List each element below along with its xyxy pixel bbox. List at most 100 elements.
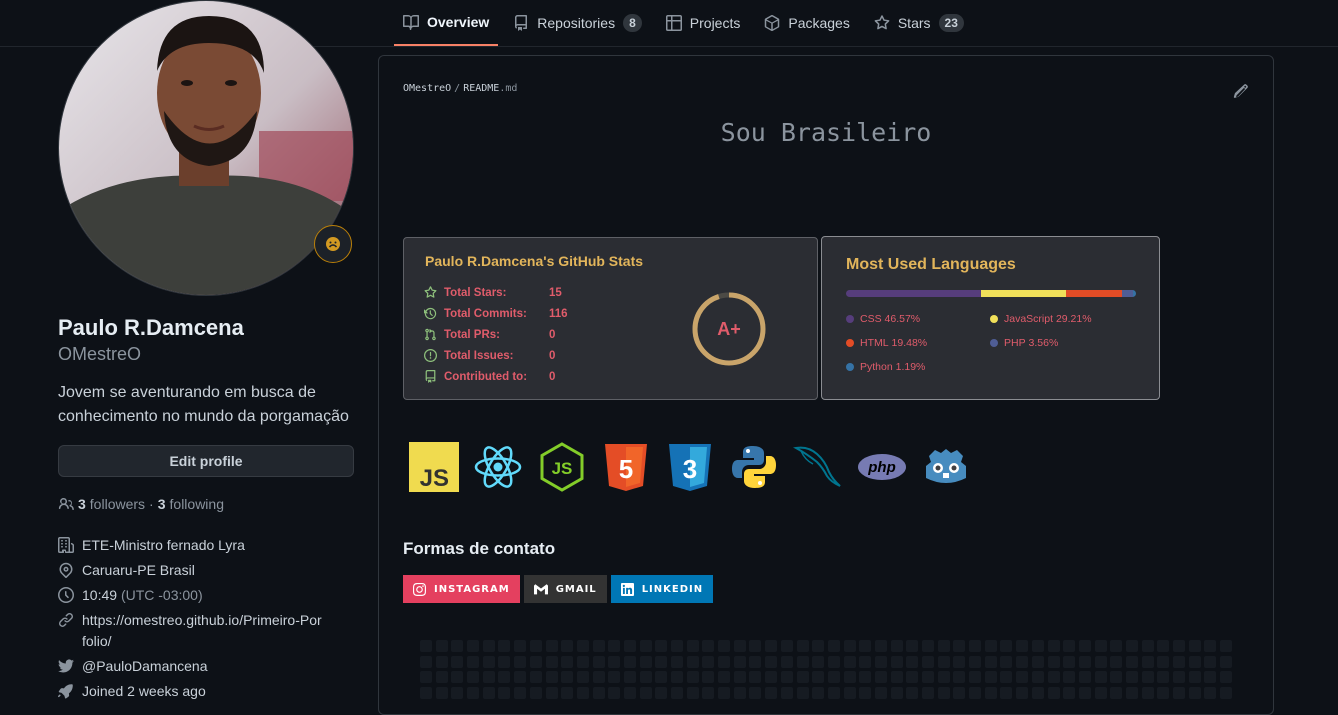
avatar[interactable] <box>58 0 354 296</box>
followers-link[interactable]: 3 followers <box>58 496 145 512</box>
contribution-cell <box>1047 671 1060 684</box>
contribution-cell <box>529 671 542 684</box>
contribution-cell <box>780 687 793 700</box>
status-emoji-button[interactable] <box>314 225 352 263</box>
contribution-cell <box>686 655 699 668</box>
contribution-cell <box>969 671 982 684</box>
pencil-icon <box>1233 84 1248 98</box>
contribution-cell <box>1125 655 1138 668</box>
following-link[interactable]: 3 following <box>158 496 224 512</box>
book-icon <box>403 15 419 30</box>
language-dot <box>846 363 854 371</box>
contribution-cell <box>1047 687 1060 700</box>
edit-profile-button[interactable]: Edit profile <box>58 445 354 477</box>
contribution-cell <box>1110 640 1123 652</box>
contact-heading: Formas de contato <box>403 539 556 558</box>
rank-grade: A+ <box>717 319 741 339</box>
contribution-cell <box>906 687 919 700</box>
contribution-cell <box>749 671 762 684</box>
local-time-item: 10:49 (UTC -03:00) <box>58 585 358 606</box>
website-link[interactable]: https://omestreo.github.io/Primeiro-Porf… <box>82 610 322 652</box>
readme-breadcrumb[interactable]: OMestreO / README.md <box>403 83 517 94</box>
contribution-cell <box>467 655 480 668</box>
contribution-cell <box>1141 687 1154 700</box>
contribution-cell <box>1000 640 1013 652</box>
python-icon <box>732 446 776 488</box>
tab-stars[interactable]: Stars 23 <box>865 0 973 46</box>
contribution-cell <box>733 640 746 652</box>
contribution-cell <box>529 687 542 700</box>
contribution-cell <box>906 640 919 652</box>
instagram-badge[interactable]: INSTAGRAM <box>403 575 520 603</box>
contribution-cell <box>561 640 574 652</box>
contribution-cell <box>718 640 731 652</box>
github-stats-card: Paulo R.Damcena's GitHub Stats Total Sta… <box>403 237 818 400</box>
svg-text:5: 5 <box>619 454 633 484</box>
stat-label: Total PRs: <box>444 328 501 341</box>
contribution-cell <box>1031 640 1044 652</box>
contribution-cell <box>451 687 464 700</box>
contribution-cell <box>435 687 448 700</box>
location-item: Caruaru-PE Brasil <box>58 560 358 581</box>
contribution-cell <box>969 687 982 700</box>
contribution-cell <box>812 640 825 652</box>
languages-list: CSS 46.57% JavaScript 29.21% HTML 19.48%… <box>846 313 1146 373</box>
contribution-cell <box>671 640 683 652</box>
twitter-item[interactable]: @PauloDamancena <box>58 656 358 677</box>
contribution-cell <box>953 671 966 684</box>
contribution-cell <box>545 671 558 684</box>
language-bar-segment <box>981 290 1066 297</box>
contribution-cell <box>1157 671 1170 684</box>
tab-repositories[interactable]: Repositories 8 <box>504 0 651 46</box>
website-item[interactable]: https://omestreo.github.io/Primeiro-Porf… <box>58 610 358 652</box>
history-icon <box>424 307 437 320</box>
following-label: following <box>169 496 224 512</box>
contribution-cell <box>859 655 872 668</box>
contribution-cell <box>482 687 495 700</box>
contribution-cell <box>1063 687 1076 700</box>
contribution-cell <box>1094 640 1107 652</box>
contribution-cell <box>812 655 825 668</box>
stat-value: 0 <box>549 370 556 383</box>
javascript-icon: JS <box>409 442 459 492</box>
contribution-cell <box>796 640 809 652</box>
language-dot <box>846 339 854 347</box>
followers-label: followers <box>89 496 146 512</box>
stat-label: Contributed to: <box>444 370 528 383</box>
timezone: (UTC -03:00) <box>120 587 203 603</box>
contribution-cell <box>1173 640 1185 652</box>
repo-icon <box>515 15 528 31</box>
contribution-cell <box>827 671 840 684</box>
contribution-cell <box>859 671 872 684</box>
contribution-cell <box>1016 687 1029 700</box>
gmail-badge[interactable]: GMAIL <box>523 575 607 603</box>
contribution-cell <box>561 687 574 700</box>
stat-row-stars: Total Stars: 15 <box>424 282 568 303</box>
tab-overview[interactable]: Overview <box>394 0 499 46</box>
contribution-cell <box>1016 655 1029 668</box>
contact-badges: INSTAGRAM GMAIL LINKEDIN <box>403 575 717 603</box>
contribution-cell <box>796 655 809 668</box>
edit-readme-button[interactable] <box>1233 83 1249 99</box>
tab-packages[interactable]: Packages <box>755 0 858 46</box>
repositories-count-badge: 8 <box>623 14 642 32</box>
contribution-cell <box>1188 671 1201 684</box>
contribution-cell <box>1047 655 1060 668</box>
contribution-cell <box>984 687 997 700</box>
language-percent: 19.48% <box>891 337 928 349</box>
stat-row-commits: Total Commits: 116 <box>424 303 568 324</box>
profile-bio: Jovem se aventurando em busca de conheci… <box>58 384 349 425</box>
tab-projects[interactable]: Projects <box>657 0 750 46</box>
stat-label: Total Issues: <box>444 349 514 362</box>
contribution-cell <box>984 640 997 652</box>
contribution-cell <box>780 671 793 684</box>
clock-icon <box>58 587 74 603</box>
contribution-cell <box>765 640 778 652</box>
twitter-handle[interactable]: @PauloDamancena <box>82 656 208 677</box>
language-name: PHP <box>1004 337 1026 349</box>
profile-tabs: Overview Repositories 8 Projects Package… <box>394 0 979 47</box>
contribution-cell <box>733 671 746 684</box>
contribution-cell <box>827 655 840 668</box>
linkedin-badge[interactable]: LINKEDIN <box>610 575 714 603</box>
contribution-cell <box>1204 640 1217 652</box>
